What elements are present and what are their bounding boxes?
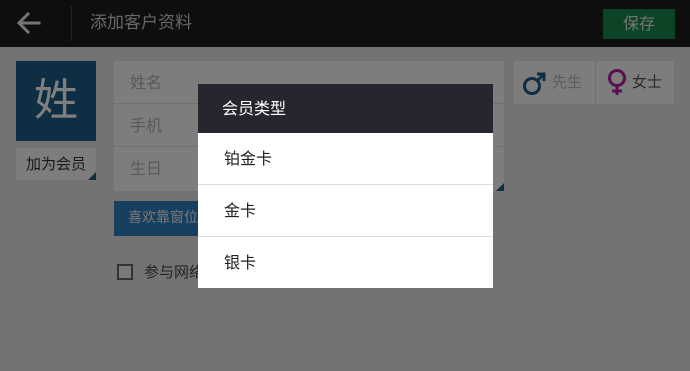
option-gold-card[interactable]: 金卡 (198, 185, 493, 237)
option-silver-card[interactable]: 银卡 (198, 237, 493, 288)
member-type-dialog: 会员类型 铂金卡 金卡 银卡 (198, 84, 493, 288)
dialog-title: 会员类型 (198, 84, 493, 133)
option-platinum-card[interactable]: 铂金卡 (198, 133, 493, 185)
